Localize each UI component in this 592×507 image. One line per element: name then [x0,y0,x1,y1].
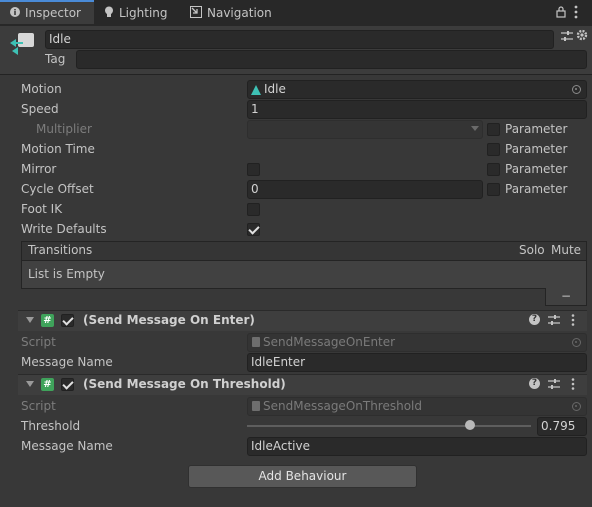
script-label: Script [21,335,56,349]
presets-icon[interactable] [548,378,560,393]
motion-time-label: Motion Time [21,142,95,156]
mute-column-label: Mute [551,243,582,257]
navigation-icon [190,5,202,21]
foldout-arrow-icon[interactable] [26,317,34,323]
foot-ik-checkbox[interactable] [247,203,260,216]
transitions-header [21,241,587,261]
multiplier-dropdown[interactable] [247,120,483,139]
write-defaults-label: Write Defaults [21,222,107,236]
speed-label: Speed [21,102,59,116]
threshold-label: Threshold [21,419,81,433]
help-icon[interactable]: ? [529,378,540,389]
multiplier-parameter-label: Parameter [505,122,568,136]
script-file-icon [252,337,260,347]
multiplier-parameter-checkbox[interactable] [487,123,500,136]
script-component-icon: # [41,314,54,327]
solo-column-label: Solo [519,243,545,257]
motion-time-parameter-checkbox[interactable] [487,143,500,156]
tab-bar: Inspector Lighting Navigation [0,0,592,26]
message-name-field[interactable]: IdleActive [247,437,587,456]
presets-icon[interactable] [561,30,573,45]
threshold-slider-thumb[interactable] [464,420,475,430]
remove-transition-button[interactable]: − [545,288,587,306]
tab-label: Inspector [25,6,81,20]
motion-field[interactable]: Idle [247,80,587,99]
behaviour-enabled-checkbox[interactable] [61,378,74,391]
tab-label: Lighting [119,6,168,20]
script-component-icon: # [41,378,54,391]
add-behaviour-button[interactable]: Add Behaviour [188,465,417,488]
more-menu-icon[interactable] [574,5,578,22]
multiplier-label: Multiplier [36,122,92,136]
tag-label: Tag [45,52,66,66]
tab-label: Navigation [207,6,272,20]
script-file-icon [252,401,260,411]
cycle-offset-field[interactable]: 0 [247,180,483,199]
cycle-offset-parameter-checkbox[interactable] [487,183,500,196]
state-name-field[interactable]: Idle [45,30,554,49]
foldout-arrow-icon[interactable] [26,381,34,387]
message-name-label: Message Name [21,355,113,369]
transitions-title: Transitions [28,243,93,257]
more-menu-icon[interactable] [571,314,575,329]
header-divider [0,74,592,75]
transitions-list [21,260,587,289]
tab-lighting[interactable]: Lighting [104,0,168,26]
lock-icon[interactable] [556,6,566,21]
write-defaults-checkbox[interactable] [247,223,260,236]
info-icon [10,6,20,20]
mirror-label: Mirror [21,162,57,176]
animation-clip-icon [251,84,261,98]
mirror-parameter-label: Parameter [505,162,568,176]
script-value: SendMessageOnThreshold [263,399,423,413]
more-menu-icon[interactable] [571,378,575,393]
gear-icon[interactable] [576,29,588,44]
mirror-checkbox[interactable] [247,163,260,176]
script-label: Script [21,399,56,413]
empty-list-text: List is Empty [28,267,105,281]
cycle-offset-label: Cycle Offset [21,182,94,196]
lightbulb-icon [104,6,114,21]
mirror-parameter-checkbox[interactable] [487,163,500,176]
script-value: SendMessageOnEnter [263,335,396,349]
tag-field[interactable] [76,50,587,69]
dropdown-arrow-icon [471,126,479,131]
message-name-label: Message Name [21,439,113,453]
behaviour-enabled-checkbox[interactable] [61,314,74,327]
threshold-value-field[interactable]: 0.795 [537,417,587,436]
behaviour-title: (Send Message On Threshold) [83,377,286,391]
motion-value: Idle [264,82,286,96]
tab-navigation[interactable]: Navigation [190,0,272,26]
foot-ik-label: Foot IK [21,202,63,216]
tab-inspector[interactable]: Inspector [0,0,94,24]
script-field: SendMessageOnEnter [247,333,587,352]
object-picker-icon[interactable] [572,85,581,94]
message-name-field[interactable]: IdleEnter [247,353,587,372]
motion-time-parameter-label: Parameter [505,142,568,156]
presets-icon[interactable] [548,314,560,329]
help-icon[interactable]: ? [529,314,540,325]
cycle-offset-parameter-label: Parameter [505,182,568,196]
script-field: SendMessageOnThreshold [247,397,587,416]
object-picker-icon [572,402,581,411]
animator-state-icon [10,32,36,59]
speed-field[interactable]: 1 [247,100,587,119]
behaviour-title: (Send Message On Enter) [83,313,255,327]
threshold-slider-track[interactable] [247,425,531,427]
motion-label: Motion [21,82,62,96]
object-picker-icon [572,338,581,347]
